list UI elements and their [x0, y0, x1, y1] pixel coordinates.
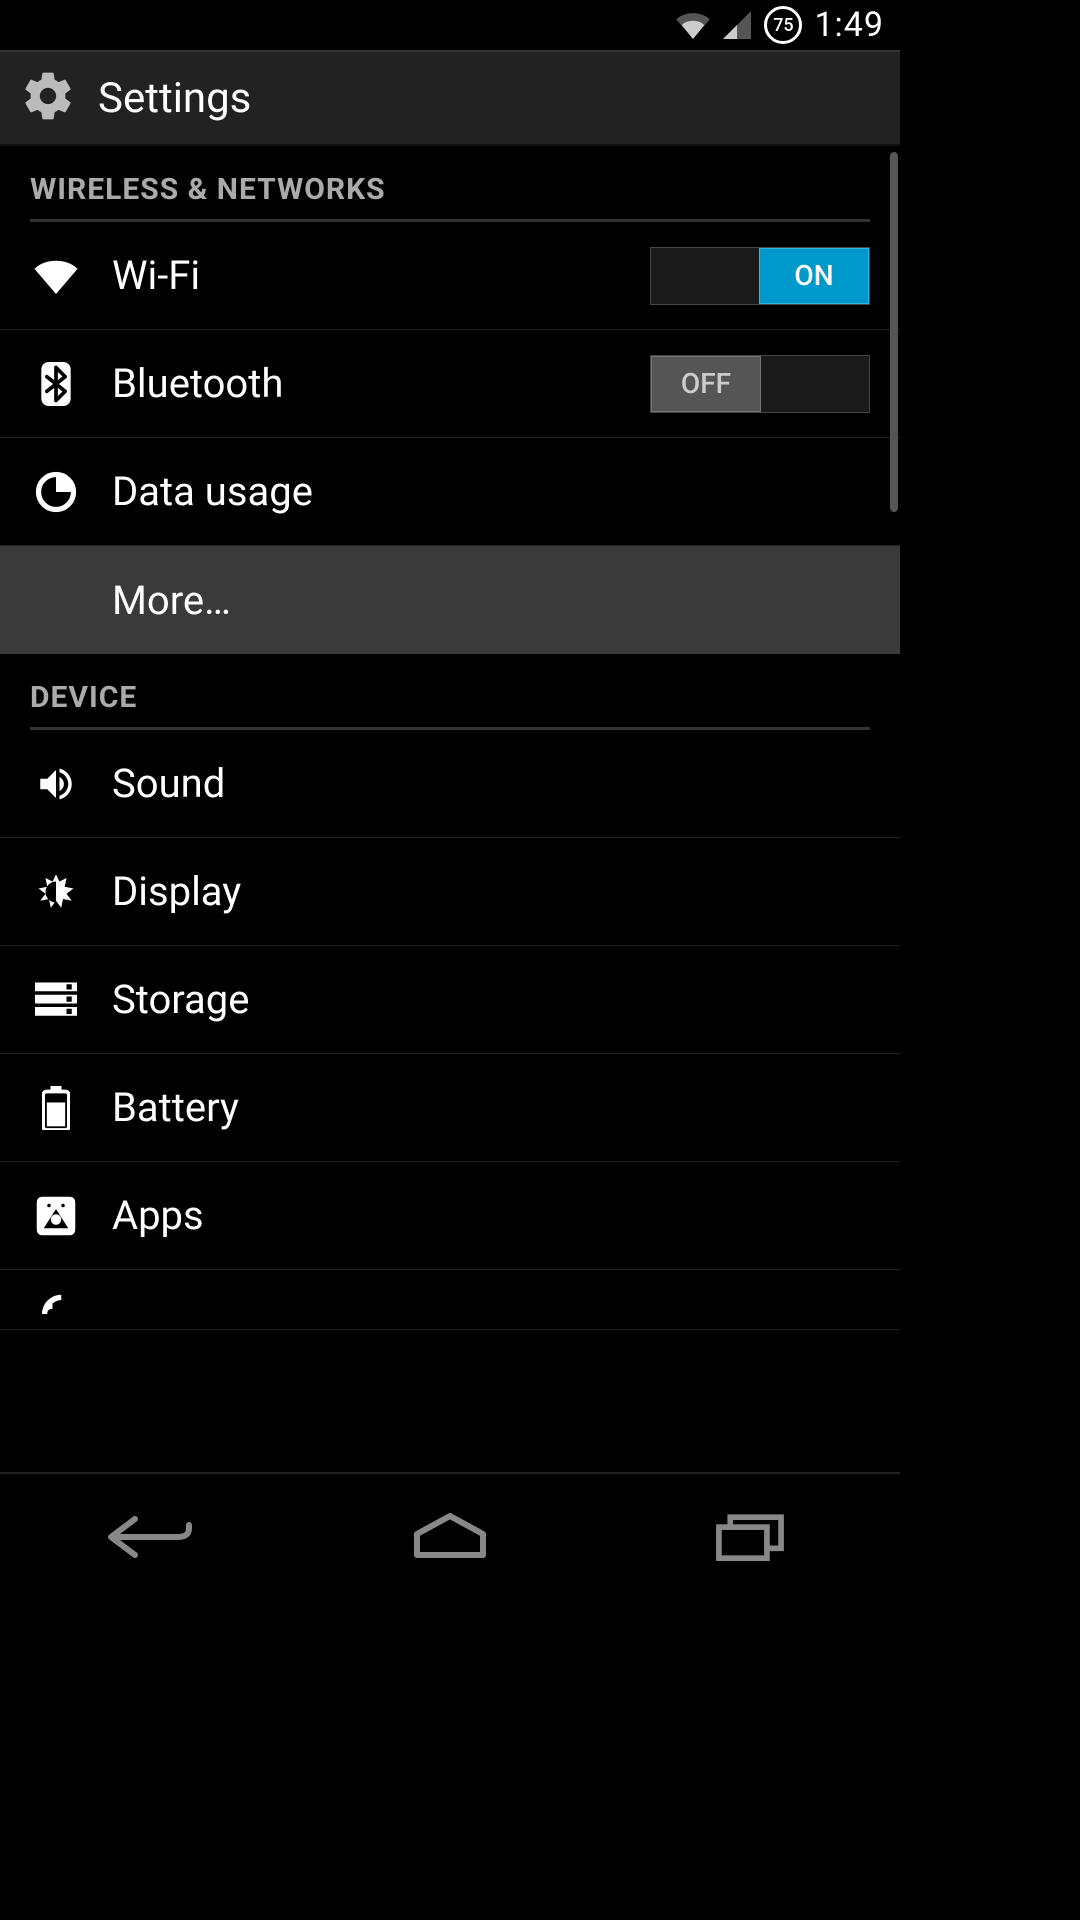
- row-data-usage[interactable]: Data usage: [0, 438, 900, 546]
- row-label: Sound: [112, 760, 870, 807]
- action-bar: Settings: [0, 50, 900, 146]
- status-bar: 75 1:49: [0, 0, 900, 50]
- row-sound[interactable]: Sound: [0, 730, 900, 838]
- toggle-on-half: ON: [759, 248, 869, 304]
- screen: 75 1:49 Settings WIRELESS & NETWORKS Wi-…: [0, 0, 900, 1600]
- battery-percent: 75: [773, 15, 793, 36]
- section-header-wireless: WIRELESS & NETWORKS: [0, 146, 900, 219]
- data-usage-icon: [0, 471, 112, 513]
- row-label: Apps: [112, 1192, 870, 1239]
- wifi-signal-icon: [676, 11, 710, 39]
- page-title: Settings: [98, 74, 251, 123]
- row-cutoff[interactable]: [0, 1270, 900, 1330]
- apps-icon: [0, 1195, 112, 1237]
- row-bluetooth[interactable]: Bluetooth OFF: [0, 330, 900, 438]
- row-more[interactable]: More…: [0, 546, 900, 654]
- row-label: Storage: [112, 976, 870, 1023]
- row-label: Bluetooth: [112, 360, 650, 407]
- row-label: Data usage: [112, 468, 870, 515]
- section-header-label: DEVICE: [30, 680, 137, 715]
- sound-icon: [0, 763, 112, 805]
- recents-button[interactable]: [690, 1497, 810, 1577]
- row-storage[interactable]: Storage: [0, 946, 900, 1054]
- storage-icon: [0, 981, 112, 1019]
- toggle-off-half: [651, 248, 759, 304]
- toggle-on-half: [761, 356, 869, 412]
- cell-signal-icon: [722, 11, 752, 39]
- row-wifi[interactable]: Wi-Fi ON: [0, 222, 900, 330]
- row-apps[interactable]: Apps: [0, 1162, 900, 1270]
- navigation-bar: [0, 1472, 900, 1600]
- toggle-off-half: OFF: [651, 356, 761, 412]
- bluetooth-toggle[interactable]: OFF: [650, 355, 870, 413]
- battery-icon: [0, 1086, 112, 1130]
- tap-icon: [0, 1279, 112, 1321]
- status-clock: 1:49: [814, 5, 884, 45]
- row-battery[interactable]: Battery: [0, 1054, 900, 1162]
- row-label: Battery: [112, 1084, 870, 1131]
- row-display[interactable]: Display: [0, 838, 900, 946]
- wifi-icon: [0, 258, 112, 294]
- settings-list[interactable]: WIRELESS & NETWORKS Wi-Fi ON Bluetooth O…: [0, 146, 900, 1472]
- section-header-device: DEVICE: [0, 654, 900, 727]
- display-icon: [0, 871, 112, 913]
- row-label: Display: [112, 868, 870, 915]
- row-label: Wi-Fi: [112, 252, 650, 299]
- bluetooth-icon: [0, 362, 112, 406]
- back-button[interactable]: [90, 1497, 210, 1577]
- gear-icon: [20, 68, 76, 128]
- wifi-toggle[interactable]: ON: [650, 247, 870, 305]
- row-label: More…: [112, 577, 870, 624]
- section-header-label: WIRELESS & NETWORKS: [30, 172, 386, 207]
- battery-indicator-icon: 75: [764, 6, 802, 44]
- home-button[interactable]: [390, 1497, 510, 1577]
- scrollbar[interactable]: [890, 152, 898, 512]
